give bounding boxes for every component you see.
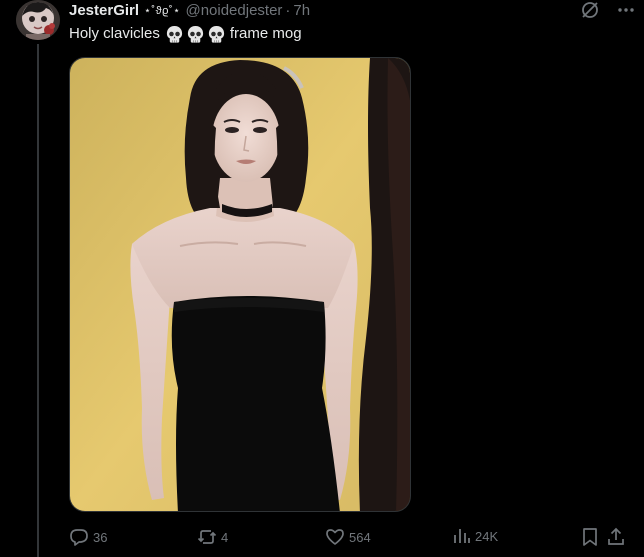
photo-image	[70, 58, 410, 511]
name-decoration: ⋆˚ϑϱ˚⋆	[144, 5, 181, 17]
avatar-image	[16, 0, 60, 40]
skull-emoji	[166, 25, 182, 43]
user-handle[interactable]: @noidedjester	[185, 1, 282, 21]
tweet-text-start: Holy clavicles	[69, 25, 160, 42]
like-count: 564	[349, 529, 371, 545]
bookmark-button[interactable]	[581, 527, 599, 547]
repost-button[interactable]: 4	[197, 527, 228, 547]
views-icon	[454, 529, 470, 543]
reply-icon	[70, 529, 88, 546]
grok-icon[interactable]	[580, 0, 600, 20]
skull-emoji	[187, 25, 203, 43]
views-button[interactable]: 24K	[453, 527, 498, 545]
separator-dot: ·	[285, 2, 291, 19]
repost-count: 4	[221, 529, 229, 545]
tweet-post[interactable]: JesterGirl ⋆˚ϑϱ˚⋆ @noidedjester · 7h Hol…	[0, 0, 644, 557]
share-icon	[608, 527, 624, 545]
views-count: 24K	[475, 528, 499, 544]
repost-icon	[197, 530, 217, 544]
action-bar: 36 4 564 24K	[69, 527, 629, 551]
reply-count: 36	[93, 529, 108, 545]
display-name[interactable]: JesterGirl	[69, 1, 139, 21]
avatar[interactable]	[16, 0, 60, 40]
header-actions	[580, 0, 636, 20]
share-button[interactable]	[607, 527, 625, 547]
like-icon	[326, 529, 344, 545]
skull-emoji-group	[165, 25, 226, 44]
thread-line	[37, 44, 39, 557]
timestamp[interactable]: 7h	[293, 1, 310, 21]
tweet-text-end: frame mog	[229, 25, 302, 42]
skull-emoji	[208, 25, 224, 43]
tweet-photo[interactable]	[69, 57, 411, 512]
like-button[interactable]: 564	[325, 527, 371, 547]
tweet-header: JesterGirl ⋆˚ϑϱ˚⋆ @noidedjester · 7h	[69, 1, 310, 21]
bookmark-icon	[583, 528, 597, 546]
reply-button[interactable]: 36	[69, 527, 107, 547]
more-icon[interactable]	[616, 0, 636, 20]
tweet-text: Holy clavicles frame mog	[69, 24, 302, 44]
